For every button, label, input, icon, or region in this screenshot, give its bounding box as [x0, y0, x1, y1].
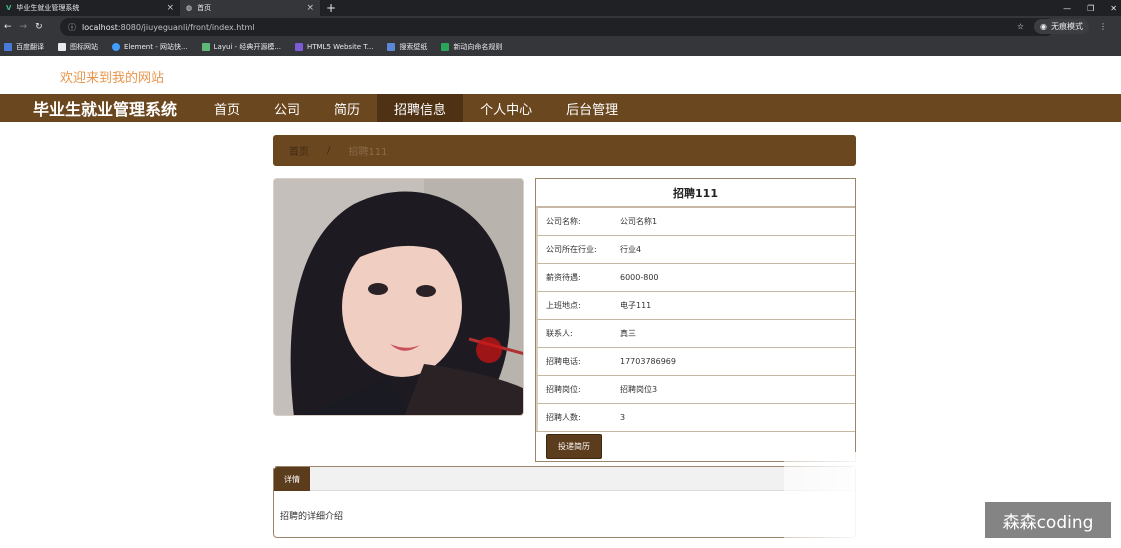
back-icon[interactable]: ← — [4, 22, 12, 32]
bookmark-item[interactable]: 新动向命名规则 — [441, 42, 502, 52]
minimize-icon[interactable]: — — [1063, 4, 1071, 13]
info-row-headcount: 招聘人数: 3 — [536, 403, 855, 431]
job-photo — [273, 178, 524, 416]
html5-icon — [295, 43, 304, 51]
breadcrumb-separator: / — [327, 145, 331, 156]
browser-tab-1[interactable]: ◍ 首页 × — [180, 0, 320, 16]
video-overlay-fade — [784, 452, 874, 548]
info-row-position: 招聘岗位: 招聘岗位3 — [536, 375, 855, 403]
field-value: 招聘岗位3 — [620, 385, 658, 394]
bookmark-label: Layui - 经典开源模... — [213, 43, 282, 51]
browser-tab-title: 首页 — [197, 4, 212, 12]
star-icon[interactable]: ☆ — [1017, 22, 1024, 31]
url-path: :8080/jiuyeguanli/front/index.html — [117, 22, 255, 32]
translate-icon — [4, 43, 12, 51]
field-label: 招聘岗位: — [546, 385, 581, 394]
url-host: localhost — [82, 22, 118, 32]
bookmark-label: Element - 网站快... — [124, 43, 188, 51]
field-value: 公司名称1 — [620, 217, 658, 226]
field-value: 真三 — [620, 329, 636, 338]
field-label: 公司名称: — [546, 217, 581, 226]
browser-tab-title: 毕业生就业管理系统 — [16, 4, 80, 12]
address-bar[interactable]: ⓘ localhost:8080/jiuyeguanli/front/index… — [60, 18, 1055, 36]
layui-icon — [201, 43, 210, 51]
close-window-icon[interactable]: ✕ — [1110, 4, 1117, 13]
job-title: 招聘111 — [536, 179, 855, 207]
bookmark-label: 百度翻译 — [16, 43, 44, 51]
bookmark-item[interactable]: Element - 网站快... — [112, 42, 188, 52]
nav-item-profile[interactable]: 个人中心 — [463, 94, 549, 122]
globe-icon: ◍ — [186, 4, 193, 12]
reload-icon[interactable]: ↻ — [35, 22, 43, 32]
window-controls: — ❐ ✕ — [1063, 0, 1117, 16]
flag-icon — [58, 43, 66, 51]
watermark: 森森coding — [985, 502, 1111, 538]
browser-tab-0[interactable]: V 毕业生就业管理系统 × — [0, 0, 180, 16]
field-value: 电子111 — [620, 301, 652, 310]
bookmark-label: HTML5 Website T... — [307, 43, 374, 51]
welcome-text: 欢迎来到我的网站 — [60, 71, 165, 86]
nav-item-admin[interactable]: 后台管理 — [549, 94, 635, 122]
field-value: 行业4 — [620, 245, 642, 254]
field-value: 6000-800 — [620, 273, 659, 282]
breadcrumb-home[interactable]: 首页 — [289, 143, 309, 158]
info-icon: ⓘ — [68, 22, 76, 32]
bookmark-label: 新动向命名规则 — [453, 43, 503, 51]
incognito-badge[interactable]: ◉ 无痕模式 — [1034, 19, 1089, 34]
bookmark-label: 图标网站 — [70, 43, 98, 51]
bookmark-label: 搜索壁纸 — [399, 43, 428, 51]
field-label: 招聘人数: — [546, 413, 581, 422]
main-nav: 毕业生就业管理系统 首页 公司 简历 招聘信息 个人中心 后台管理 — [0, 94, 1121, 122]
browser-toolbar: ← → ↻ ⓘ localhost:8080/jiuyeguanli/front… — [0, 16, 1121, 38]
bookmark-item[interactable]: Layui - 经典开源模... — [201, 42, 282, 52]
wallpaper-icon — [387, 43, 396, 51]
info-row-location: 上班地点: 电子111 — [536, 291, 855, 319]
nav-item-home[interactable]: 首页 — [197, 94, 257, 122]
breadcrumb-current: 招聘111 — [348, 147, 388, 158]
job-info-panel: 招聘111 公司名称: 公司名称1 公司所在行业: 行业4 薪资待遇: 6000-80… — [535, 178, 856, 462]
close-icon[interactable]: × — [306, 3, 314, 13]
detail-panel: 详情 招聘的详细介绍 — [273, 466, 856, 538]
detail-body: 招聘的详细介绍 — [280, 512, 344, 522]
nav-item-company[interactable]: 公司 — [257, 94, 317, 122]
info-row-phone: 招聘电话: 17703786969 — [536, 347, 855, 375]
incognito-icon: ◉ — [1040, 22, 1047, 31]
new-tab-icon[interactable]: + — [326, 1, 336, 15]
field-label: 薪资待遇: — [546, 273, 581, 282]
field-label: 联系人: — [546, 329, 573, 338]
nav-item-resume[interactable]: 简历 — [317, 94, 377, 122]
close-icon[interactable]: × — [166, 3, 174, 13]
bookmark-item[interactable]: HTML5 Website T... — [295, 43, 373, 51]
bookmark-item[interactable]: 百度翻译 — [4, 42, 44, 52]
browser-tab-strip: V 毕业生就业管理系统 × ◍ 首页 × + — ❐ ✕ — [0, 0, 1121, 16]
bookmark-icon — [441, 43, 450, 51]
forward-icon[interactable]: → — [20, 22, 28, 32]
nav-item-recruitment[interactable]: 招聘信息 — [377, 94, 464, 122]
vue-icon: V — [6, 4, 12, 12]
tab-detail[interactable]: 详情 — [274, 467, 310, 491]
field-label: 上班地点: — [546, 301, 581, 310]
info-row-salary: 薪资待遇: 6000-800 — [536, 263, 855, 291]
cursor-highlight — [476, 337, 502, 363]
field-label: 公司所在行业: — [546, 245, 597, 254]
bookmark-item[interactable]: 搜索壁纸 — [387, 42, 427, 52]
info-row-contact: 联系人: 真三 — [536, 319, 855, 347]
bookmarks-bar: 百度翻译 图标网站 Element - 网站快... Layui - 经典开源模… — [0, 38, 1121, 56]
info-row-industry: 公司所在行业: 行业4 — [536, 235, 855, 263]
bookmark-item[interactable]: 图标网站 — [58, 42, 98, 52]
field-value: 3 — [620, 413, 626, 422]
restore-icon[interactable]: ❐ — [1087, 4, 1094, 13]
field-value: 17703786969 — [620, 357, 676, 366]
info-row-company: 公司名称: 公司名称1 — [536, 207, 855, 235]
portrait-image — [274, 179, 523, 415]
detail-tabs: 详情 — [274, 467, 855, 491]
site-brand[interactable]: 毕业生就业管理系统 — [33, 96, 197, 120]
field-label: 招聘电话: — [546, 357, 581, 366]
apply-resume-button[interactable]: 投递简历 — [546, 434, 602, 459]
incognito-label: 无痕模式 — [1051, 22, 1083, 31]
menu-icon[interactable]: ⋮ — [1099, 22, 1107, 31]
breadcrumb: 首页 / 招聘111 — [273, 135, 856, 166]
element-icon — [112, 43, 120, 51]
